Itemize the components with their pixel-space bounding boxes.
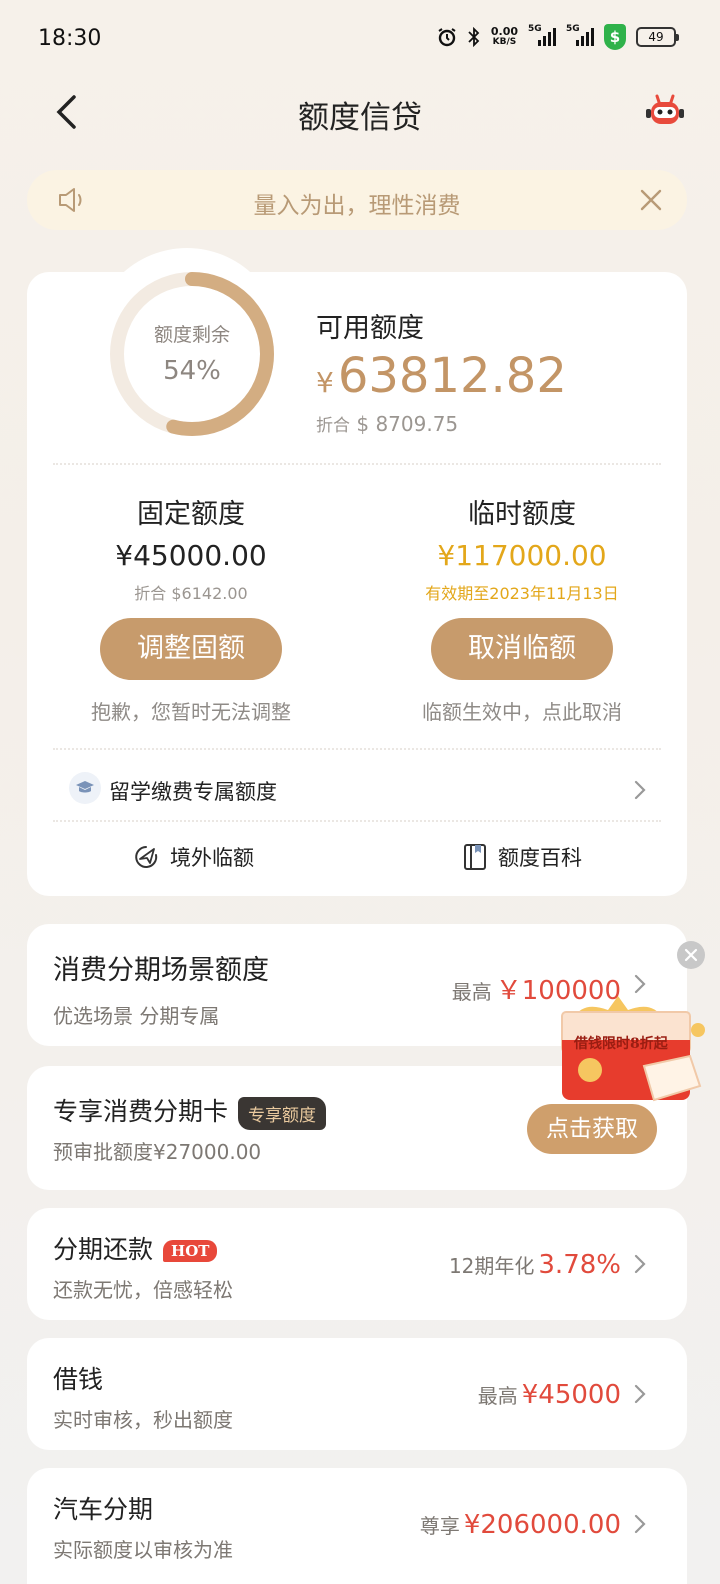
available-amount: ¥63812.82: [316, 348, 567, 404]
repay-title-row: 分期还款 HOT: [53, 1230, 218, 1266]
adjust-fixed-quota-button[interactable]: 调整固额: [100, 618, 282, 680]
close-icon: [684, 948, 698, 962]
notice-bar: 量入为出，理性消费: [27, 170, 687, 230]
divider: [53, 820, 661, 822]
repay-title: 分期还款: [53, 1235, 154, 1264]
exclusive-quota-badge: 专享额度: [238, 1096, 327, 1130]
security-shield-icon: $: [604, 24, 626, 50]
available-title: 可用额度: [316, 313, 424, 344]
borrow-max: 最高 ¥45000: [477, 1380, 621, 1410]
scene-quota-title: 消费分期场景额度: [53, 955, 269, 986]
available-usd: 折合 $ 8709.75: [316, 412, 459, 436]
fixed-quota-title: 固定额度: [137, 499, 245, 530]
promo-text: 借钱限时8折起: [574, 1036, 668, 1052]
quota-remaining-ring: [110, 272, 274, 436]
chevron-right-icon: [634, 1514, 646, 1534]
cancel-temp-quota-button[interactable]: 取消临额: [431, 618, 613, 680]
divider: [53, 463, 661, 465]
assistant-robot-icon[interactable]: [644, 92, 686, 132]
overseas-temp-quota-link[interactable]: 境外临额: [132, 842, 254, 872]
fixed-quota-column: 固定额度 ¥45000.00 折合 $6142.00 调整固额 抱歉，您暂时无法…: [41, 492, 341, 725]
exclusive-card-title-row: 专享消费分期卡 专享额度: [53, 1092, 327, 1130]
temp-quota-amount: ¥117000.00: [437, 539, 607, 572]
exclusive-card-subtitle: 预审批额度¥27000.00: [53, 1140, 262, 1164]
car-subtitle: 实际额度以审核为准: [53, 1538, 233, 1562]
fixed-quota-note: 抱歉，您暂时无法调整: [91, 700, 291, 724]
borrow-card[interactable]: 借钱 实时审核，秒出额度 最高 ¥45000: [27, 1338, 687, 1450]
battery-icon: 49: [636, 27, 679, 47]
get-now-button[interactable]: 点击获取: [527, 1104, 657, 1154]
ring-label: 额度剩余: [153, 324, 230, 346]
temp-quota-note[interactable]: 临额生效中，点此取消: [372, 696, 672, 725]
graduation-cap-icon: [69, 772, 101, 804]
page-title: 额度信贷: [298, 100, 422, 136]
fixed-quota-amount: ¥45000.00: [115, 539, 267, 572]
notice-text: 量入为出，理性消费: [253, 193, 461, 219]
overseas-temp-quota-label: 境外临额: [170, 846, 254, 870]
close-icon[interactable]: [637, 186, 665, 214]
net-speed: 0.00 KB/S: [490, 25, 518, 47]
chevron-right-icon: [634, 1384, 646, 1404]
borrow-subtitle: 实时审核，秒出额度: [53, 1408, 233, 1432]
study-abroad-label: 留学缴费专属额度: [109, 780, 277, 804]
borrow-title: 借钱: [53, 1365, 104, 1394]
alarm-icon: [438, 28, 456, 47]
scene-quota-subtitle: 优选场景 分期专属: [53, 1004, 220, 1028]
status-time: 18:30: [38, 26, 102, 51]
divider: [53, 748, 661, 750]
book-icon: [464, 844, 486, 870]
bluetooth-icon: [468, 27, 480, 47]
repay-rate: 12期年化 3.78%: [448, 1250, 621, 1280]
ring-percent: 54%: [163, 356, 221, 386]
car-installment-card[interactable]: 汽车分期 实际额度以审核为准 尊享 ¥206000.00: [27, 1468, 687, 1584]
chevron-right-icon: [634, 780, 646, 800]
quota-wiki-label: 额度百科: [498, 846, 582, 870]
hot-badge: HOT: [163, 1240, 218, 1262]
signal-icon-2: 5G: [566, 24, 594, 46]
car-title: 汽车分期: [53, 1495, 154, 1524]
fixed-quota-usd: 折合 $6142.00: [134, 584, 248, 603]
temp-quota-expiry: 有效期至2023年11月13日: [425, 584, 619, 603]
signal-icon: 5G: [528, 24, 556, 46]
status-bar: 18:30 0.00 KB/S 5G 5G $ 49: [0, 0, 720, 80]
exclusive-card-title: 专享消费分期卡: [53, 1097, 229, 1126]
chevron-right-icon: [634, 1254, 646, 1274]
installment-repayment-card[interactable]: 分期还款 HOT 还款无忧，倍感轻松 12期年化 3.78%: [27, 1208, 687, 1320]
repay-subtitle: 还款无忧，倍感轻松: [53, 1278, 233, 1302]
temp-quota-title: 临时额度: [468, 499, 576, 530]
promo-close-button[interactable]: [677, 941, 705, 969]
car-max: 尊享 ¥206000.00: [419, 1510, 621, 1540]
plane-globe-icon: [135, 846, 158, 868]
status-icons: 0.00 KB/S 5G 5G $ 49: [437, 24, 679, 50]
quota-wiki-link[interactable]: 额度百科: [462, 842, 582, 872]
temp-quota-column: 临时额度 ¥117000.00 有效期至2023年11月13日 取消临额 临额生…: [372, 492, 672, 725]
study-abroad-quota-row[interactable]: 留学缴费专属额度: [53, 764, 661, 816]
nav-bar: 额度信贷: [0, 80, 720, 146]
